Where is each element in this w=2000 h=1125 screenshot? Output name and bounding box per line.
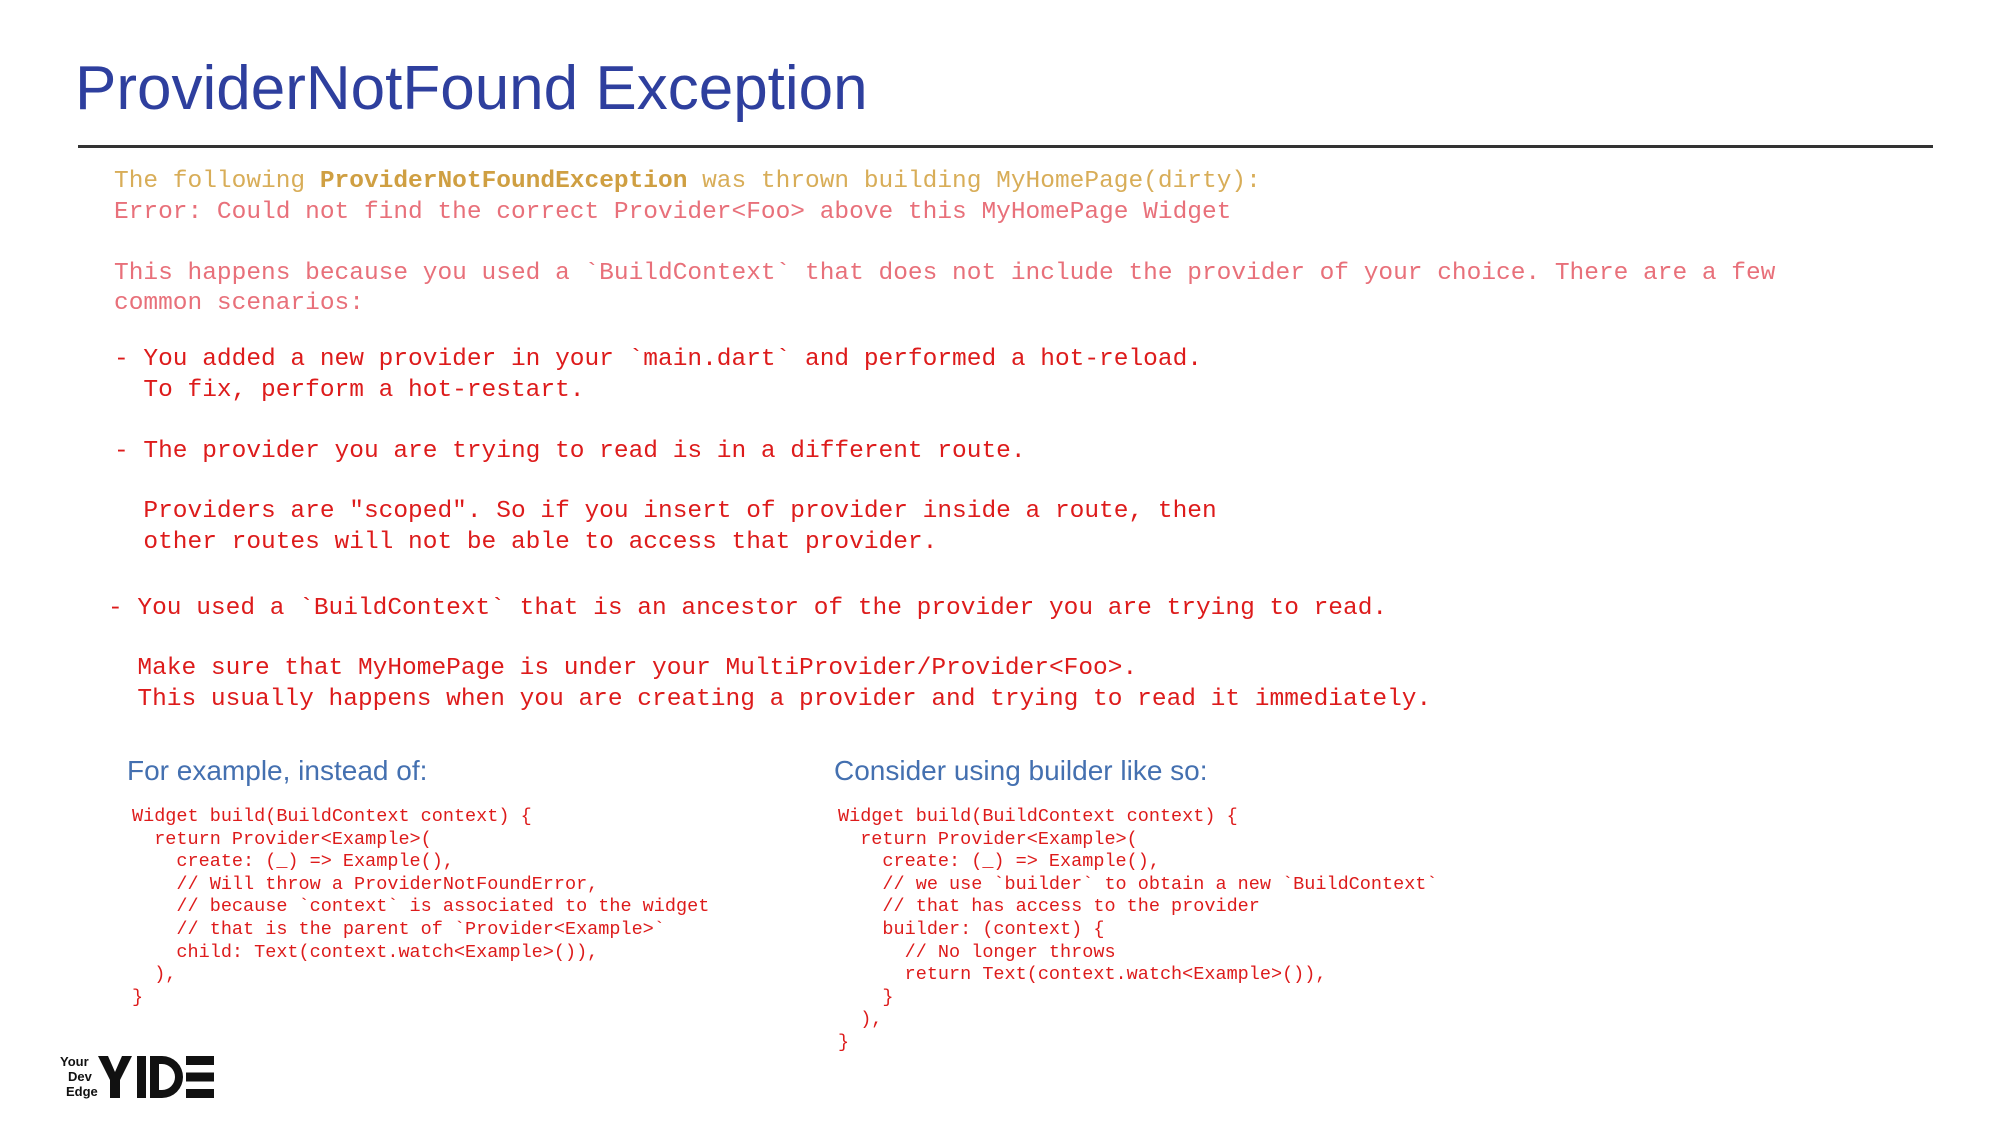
error-header-line-2: Error: Could not find the correct Provid…	[114, 199, 1232, 226]
scenario-2-line-3: other routes will not be able to access …	[114, 529, 938, 556]
left-example-heading: For example, instead of:	[127, 755, 428, 786]
title-divider	[78, 145, 1933, 148]
scenario-1-line-1: - You added a new provider in your `main…	[114, 346, 1202, 373]
logo-word-dev: Dev	[68, 1069, 92, 1084]
error-header-suffix: was thrown building MyHomePage(dirty):	[687, 168, 1261, 195]
scenario-2-line-2: Providers are "scoped". So if you insert…	[114, 498, 1217, 525]
logo-word-edge: Edge	[66, 1084, 98, 1099]
exception-name: ProviderNotFoundException	[319, 168, 688, 195]
yde-logo: Your Dev Edge	[60, 1052, 220, 1102]
scenario-2-line-1: - The provider you are trying to read is…	[114, 438, 1026, 465]
scenario-3-line-1: - You used a `BuildContext` that is an a…	[108, 595, 1388, 622]
logo-word-your: Your	[60, 1054, 89, 1069]
yde-mark-icon	[98, 1056, 214, 1098]
scenario-3-line-3: This usually happens when you are creati…	[108, 686, 1432, 713]
slide-title: ProviderNotFound Exception	[75, 54, 868, 123]
error-header-line-1: The following ProviderNotFoundException …	[114, 166, 1261, 197]
explanation-line-2: common scenarios:	[114, 290, 364, 317]
scenario-1-line-2: To fix, perform a hot-restart.	[114, 377, 585, 404]
error-header-prefix: The following	[114, 168, 320, 195]
scenario-3-line-2: Make sure that MyHomePage is under your …	[108, 655, 1138, 682]
right-example-heading: Consider using builder like so:	[834, 755, 1208, 786]
left-code-block: Widget build(BuildContext context) { ret…	[132, 806, 710, 1008]
explanation-line-1: This happens because you used a `BuildCo…	[114, 260, 1776, 287]
right-code-block: Widget build(BuildContext context) { ret…	[838, 806, 1438, 1053]
